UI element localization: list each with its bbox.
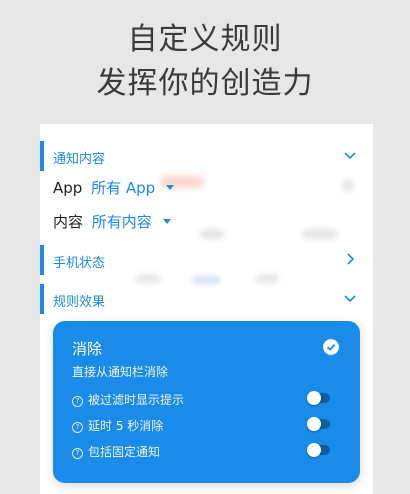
chevron-down-icon[interactable] [341, 289, 359, 307]
option-show-hint: ? 被过滤时显示提示 [72, 391, 342, 409]
caret-down-icon[interactable] [162, 219, 171, 224]
app-filter-row: App 所有 App [53, 177, 174, 198]
promo-line-1: 自定义规则 [127, 22, 283, 57]
option-label: 被过滤时显示提示 [88, 393, 185, 407]
section-phone-state[interactable]: 手机状态 [40, 245, 373, 275]
help-circle-icon[interactable]: ? [72, 422, 83, 433]
blurred-bg-gray-1 [200, 229, 224, 239]
effect-description: 直接从通知栏消除 [72, 365, 169, 379]
promo-line-2: 发挥你的创造力 [96, 66, 314, 101]
section-notification-content[interactable]: 通知内容 [40, 141, 373, 171]
section-accent-bar [40, 141, 44, 171]
delay-dismiss-toggle[interactable] [307, 417, 330, 431]
caret-down-icon[interactable] [165, 185, 174, 190]
toggle-knob [307, 443, 321, 457]
effect-title: 消除 [72, 340, 103, 358]
chevron-down-icon[interactable] [341, 146, 359, 164]
option-label: 延时 5 秒消除 [88, 419, 164, 433]
section-rule-effect[interactable]: 规则效果 [40, 284, 373, 314]
option-label: 包括固定通知 [88, 445, 161, 459]
toggle-knob [307, 417, 321, 431]
help-circle-icon[interactable]: ? [72, 396, 83, 407]
app-filter-dropdown[interactable]: 所有 App [91, 179, 155, 197]
section-accent-bar [40, 245, 44, 275]
blurred-bg-dot-1 [342, 180, 354, 192]
option-include-pinned: ? 包括固定通知 [72, 443, 342, 461]
content-filter-row: 内容 所有内容 [53, 211, 171, 232]
content-filter-label: 内容 [53, 213, 84, 231]
section-title: 手机状态 [53, 256, 106, 271]
effect-option-dismiss[interactable]: 消除 直接从通知栏消除 ? 被过滤时显示提示 ? 延时 5 秒消除 ? 包括固定通知 [53, 321, 360, 483]
section-accent-bar [40, 284, 44, 314]
blurred-bg-gray-3 [135, 274, 161, 284]
include-pinned-toggle[interactable] [307, 443, 330, 457]
section-title: 规则效果 [53, 295, 106, 310]
blurred-bg-gray-4 [255, 274, 279, 284]
section-title: 通知内容 [53, 152, 106, 167]
blurred-bg-gray-2 [302, 229, 338, 239]
chevron-right-icon[interactable] [341, 250, 359, 268]
help-circle-icon[interactable]: ? [72, 448, 83, 459]
toggle-knob [307, 391, 321, 405]
promo-heading: 自定义规则 发挥你的创造力 [0, 18, 410, 106]
blurred-bg-blue [192, 276, 220, 284]
option-delay-dismiss: ? 延时 5 秒消除 [72, 417, 342, 435]
content-filter-dropdown[interactable]: 所有内容 [92, 213, 152, 231]
show-hint-toggle[interactable] [307, 391, 330, 405]
app-filter-label: App [53, 179, 83, 197]
check-circle-icon[interactable] [323, 339, 339, 355]
